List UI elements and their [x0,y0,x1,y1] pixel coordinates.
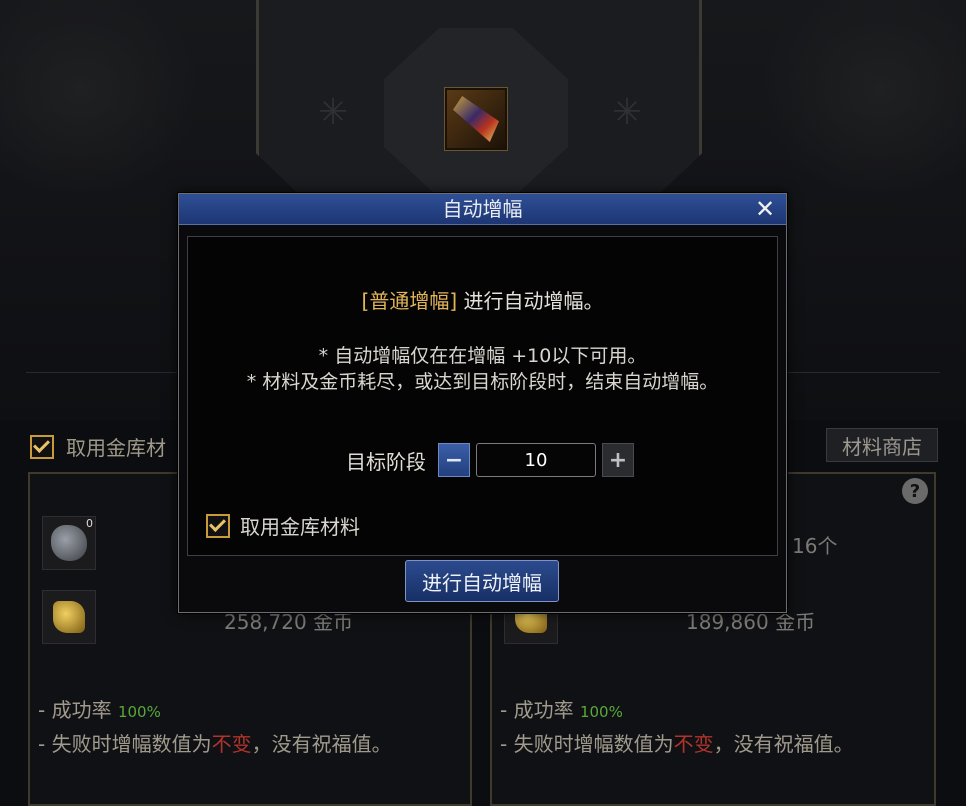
target-stage-input[interactable] [476,443,596,477]
note-line-1: * 自动增幅仅在在增幅 +10以下可用。 [318,345,647,367]
dialog-notes: * 自动增幅仅在在增幅 +10以下可用。 * 材料及金币耗尽，或达到目标阶段时，… [188,343,777,395]
gold-slot-left[interactable] [42,590,96,644]
auto-amplify-dialog: 自动增幅 ✕ [普通增幅] 进行自动增幅。 * 自动增幅仅在在增幅 +10以下可… [178,193,787,613]
start-auto-amplify-button[interactable]: 进行自动增幅 [405,560,559,602]
slot-count: 0 [86,517,93,530]
right-fail-highlight: 不变 [673,732,714,756]
right-fail-prefix: - 失败时增幅数值为 [500,732,674,756]
vault-materials-checkbox-row[interactable]: 取用金库材料 [206,511,360,540]
left-success-label: - 成功率 [38,698,112,722]
dialog-headline: [普通增幅] 进行自动增幅。 [188,285,777,314]
material-shop-button[interactable]: 材料商店 [826,428,938,462]
help-icon[interactable]: ? [902,478,928,504]
stone-icon [51,525,87,561]
headline-text: 进行自动增幅。 [457,289,604,313]
left-success-value: 100% [117,703,161,721]
target-stage-row: 目标阶段 − + [346,443,634,477]
left-gold-unit: 金币 [313,610,354,634]
dialog-title: 自动增幅 [442,197,523,221]
gold-icon [53,601,85,633]
rune-right-icon: ✳ [612,92,643,133]
right-success-label: - 成功率 [500,698,574,722]
decrease-stage-button[interactable]: − [438,443,470,477]
right-material-count: 16个 [792,534,838,558]
vault-materials-checkbox[interactable] [206,513,230,538]
bg-vault-checkbox-row[interactable]: 取用金库材 [30,432,166,461]
left-fail-suffix: ，没有祝福值。 [251,732,392,756]
right-success-rate: - 成功率 100% [500,694,623,723]
right-fail-rule: - 失败时增幅数值为不变，没有祝福值。 [500,728,854,757]
right-gold-unit: 金币 [775,610,816,634]
note-line-2: * 材料及金币耗尽，或达到目标阶段时，结束自动增幅。 [246,371,719,393]
left-gold-value: 258,720 [224,610,307,634]
left-fail-rule: - 失败时增幅数值为不变，没有祝福值。 [38,728,392,757]
rune-left-icon: ✳ [318,92,349,133]
dialog-content: [普通增幅] 进行自动增幅。 * 自动增幅仅在在增幅 +10以下可用。 * 材料… [187,236,778,556]
material-stone-slot[interactable]: 0 [42,516,96,570]
bg-vault-checkbox-label: 取用金库材 [66,436,166,460]
right-gold-value: 189,860 [686,610,769,634]
right-fail-suffix: ，没有祝福值。 [713,732,854,756]
equipped-item-slot[interactable] [445,88,507,150]
right-success-value: 100% [579,703,623,721]
left-fail-highlight: 不变 [211,732,252,756]
vault-materials-label: 取用金库材料 [240,515,360,539]
amplify-type-tag: [普通增幅] [361,289,458,313]
increase-stage-button[interactable]: + [602,443,634,477]
weapon-item-icon [453,96,499,142]
dialog-title-bar[interactable]: 自动增幅 ✕ [179,194,786,225]
target-stage-label: 目标阶段 [346,449,426,474]
bg-vault-checkbox[interactable] [30,434,54,459]
left-fail-prefix: - 失败时增幅数值为 [38,732,212,756]
left-success-rate: - 成功率 100% [38,694,161,723]
close-icon[interactable]: ✕ [752,196,778,222]
